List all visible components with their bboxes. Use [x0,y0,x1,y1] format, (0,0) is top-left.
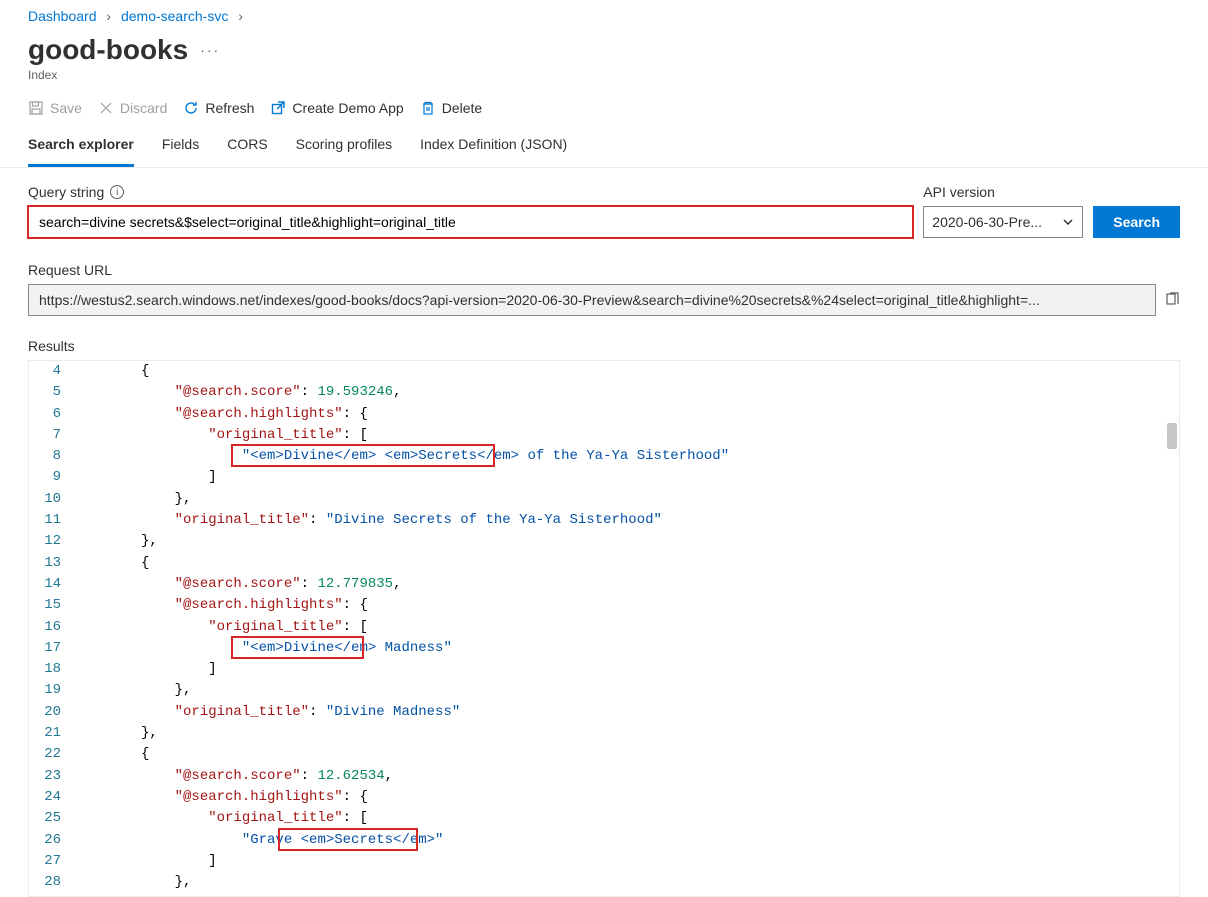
request-url-field: https://westus2.search.windows.net/index… [28,284,1156,316]
toolbar: Save Discard Refresh Create Demo App Del… [0,96,1208,126]
refresh-icon [183,100,199,116]
page-title: good-books [28,34,188,66]
tabs: Search explorer Fields CORS Scoring profile… [0,126,1208,168]
results-label: Results [0,316,1208,360]
request-url-label: Request URL [0,246,1208,284]
chevron-right-icon: › [238,8,243,24]
scrollbar[interactable] [1161,361,1179,896]
breadcrumb: Dashboard › demo-search-svc › [0,0,1208,28]
delete-button[interactable]: Delete [420,100,482,116]
discard-button: Discard [98,100,167,116]
tab-fields[interactable]: Fields [162,126,199,167]
trash-icon [420,100,436,116]
query-string-input[interactable] [28,206,913,238]
search-button[interactable]: Search [1093,206,1180,238]
query-string-label: Query string [28,184,104,200]
create-demo-button[interactable]: Create Demo App [270,100,403,116]
tab-scoring-profiles[interactable]: Scoring profiles [296,126,393,167]
save-icon [28,100,44,116]
breadcrumb-service[interactable]: demo-search-svc [121,8,228,24]
save-button: Save [28,100,82,116]
tab-index-definition-json-[interactable]: Index Definition (JSON) [420,126,567,167]
results-editor[interactable]: 4567891011121314151617181920212223242526… [28,360,1180,897]
api-version-select[interactable]: 2020-06-30-Pre... [923,206,1083,238]
more-button[interactable]: ··· [200,42,220,58]
chevron-right-icon: › [106,8,111,24]
title-row: good-books ··· [0,28,1208,68]
page-subtitle: Index [0,68,1208,96]
copy-icon [1164,291,1180,307]
close-icon [98,100,114,116]
line-gutter: 4567891011121314151617181920212223242526… [29,361,81,896]
code-content[interactable]: { "@search.score": 19.593246, "@search.h… [81,361,1179,896]
info-icon[interactable]: i [110,185,124,199]
tab-cors[interactable]: CORS [227,126,267,167]
api-version-label: API version [923,184,995,200]
copy-button[interactable] [1164,291,1180,310]
external-link-icon [270,100,286,116]
chevron-down-icon [1062,216,1074,228]
tab-search-explorer[interactable]: Search explorer [28,126,134,167]
scrollbar-thumb[interactable] [1167,423,1177,449]
breadcrumb-dashboard[interactable]: Dashboard [28,8,97,24]
refresh-button[interactable]: Refresh [183,100,254,116]
